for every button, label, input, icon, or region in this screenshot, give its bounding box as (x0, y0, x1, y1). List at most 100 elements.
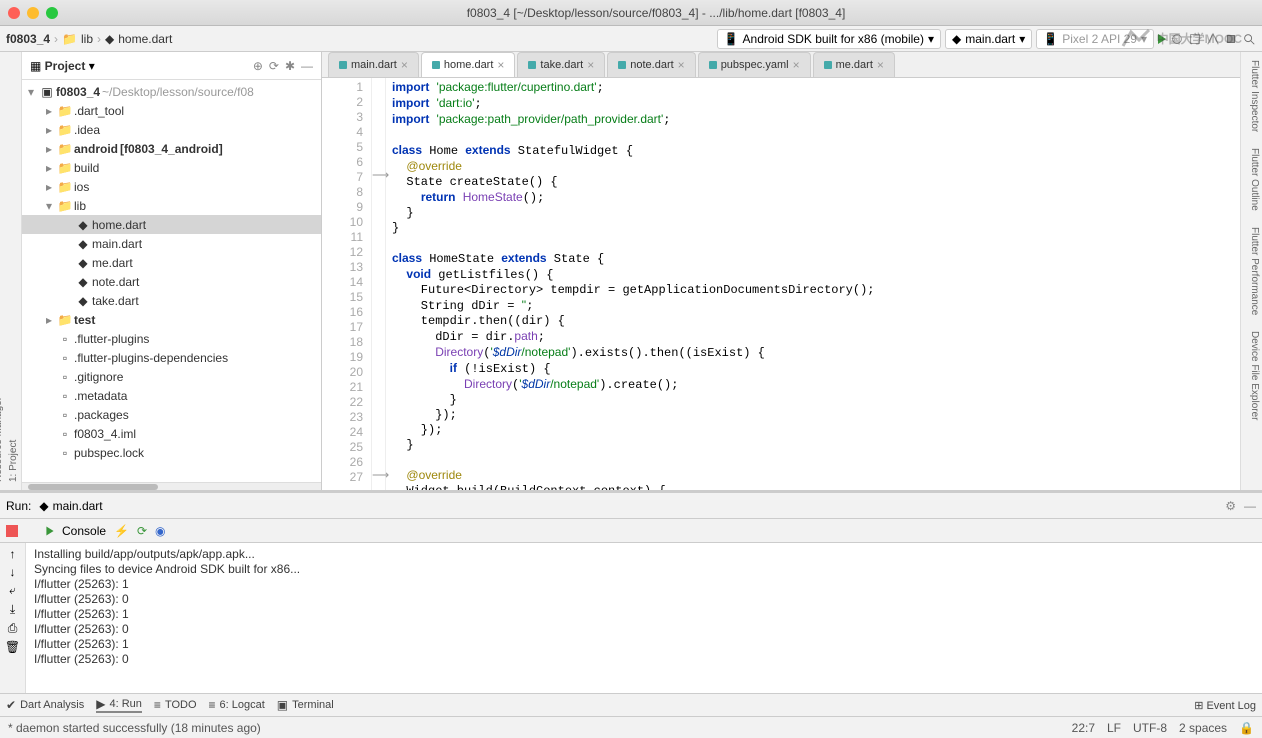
tool-flutter-inspector[interactable]: Flutter Inspector (1241, 52, 1262, 140)
hot-reload-icon[interactable]: ⚡ (114, 524, 129, 538)
code-area[interactable]: import 'package:flutter/cupertino.dart';… (386, 78, 1240, 490)
console-tab[interactable]: Console (62, 524, 106, 538)
bottom-tab-dart-analysis[interactable]: ✔Dart Analysis (6, 698, 84, 712)
statusbar: * daemon started successfully (18 minute… (0, 716, 1262, 738)
file-encoding[interactable]: UTF-8 (1133, 721, 1167, 735)
left-tool-strip: 1: ProjectResource Manager2: CapturesBui… (0, 52, 22, 490)
locate-icon[interactable]: ⟳ (269, 59, 279, 73)
tool-device-file-explorer[interactable]: Device File Explorer (1241, 323, 1262, 428)
tree-item--packages[interactable]: ▫.packages (22, 405, 321, 424)
tree-item--dart_tool[interactable]: ▸📁.dart_tool (22, 101, 321, 120)
run-config-selector[interactable]: ◆ main.dart ▾ (945, 29, 1032, 49)
up-icon[interactable]: ↑ (10, 547, 16, 561)
stop-button[interactable] (6, 525, 18, 537)
titlebar: f0803_4 [~/Desktop/lesson/source/f0803_4… (0, 0, 1262, 26)
lock-icon[interactable]: 🔒 (1239, 721, 1254, 735)
window-title: f0803_4 [~/Desktop/lesson/source/f0803_4… (58, 6, 1254, 20)
console-output[interactable]: Installing build/app/outputs/apk/app.apk… (26, 543, 1262, 693)
project-sidebar: ▦ Project ▾ ⊕ ⟳ ✱ — ▾▣f0803_4 ~/Desktop/… (22, 52, 322, 490)
project-tree[interactable]: ▾▣f0803_4 ~/Desktop/lesson/source/f08▸📁.… (22, 80, 321, 482)
editor: main.dart ×home.dart ×take.dart ×note.da… (322, 52, 1240, 490)
tool-flutter-outline[interactable]: Flutter Outline (1241, 140, 1262, 219)
console-line: I/flutter (25263): 1 (34, 577, 1254, 592)
down-icon[interactable]: ↓ (10, 565, 16, 579)
tree-item-android[interactable]: ▸📁android [f0803_4_android] (22, 139, 321, 158)
close-window[interactable] (8, 7, 20, 19)
tab-me-dart[interactable]: me.dart × (813, 52, 895, 77)
tree-item-me-dart[interactable]: ◆me.dart (22, 253, 321, 272)
tool-resource-manager[interactable]: Resource Manager (0, 52, 6, 490)
right-tool-strip: Flutter InspectorFlutter OutlineFlutter … (1240, 52, 1262, 490)
tool-flutter-performance[interactable]: Flutter Performance (1241, 219, 1262, 323)
hide-icon[interactable]: — (301, 59, 313, 73)
run-label: Run: (6, 499, 31, 513)
fold-gutter[interactable]: ⟶⟶ (372, 78, 386, 490)
breadcrumb-file[interactable]: ◆ home.dart (105, 32, 172, 46)
tree-item-ios[interactable]: ▸📁ios (22, 177, 321, 196)
tree-item--gitignore[interactable]: ▫.gitignore (22, 367, 321, 386)
bottom-tool-tabs: ✔Dart Analysis ▶4: Run ≡TODO ≡6: Logcat ▣Ter… (0, 693, 1262, 716)
search-icon[interactable] (1242, 32, 1256, 46)
tree-item--idea[interactable]: ▸📁.idea (22, 120, 321, 139)
run-hide-icon[interactable]: — (1244, 499, 1256, 513)
soft-wrap-icon[interactable]: ⤶ (9, 583, 16, 598)
console-line: Syncing files to device Android SDK buil… (34, 562, 1254, 577)
run-panel: Run: ◆ main.dart ⚙ — Console ⚡ ⟳ ◉ ↑ ↓ ⤶… (0, 490, 1262, 693)
tree-root[interactable]: ▾▣f0803_4 ~/Desktop/lesson/source/f08 (22, 82, 321, 101)
tree-item--metadata[interactable]: ▫.metadata (22, 386, 321, 405)
console-line: Installing build/app/outputs/apk/app.apk… (34, 547, 1254, 562)
tool-1--project[interactable]: 1: Project (6, 52, 21, 490)
watermark: 中国大学MOOC (1121, 28, 1242, 48)
navbar: f0803_4 › 📁 lib › ◆ home.dart 📱 Android … (0, 26, 1262, 52)
breadcrumb-folder[interactable]: 📁 lib (62, 32, 93, 46)
line-separator[interactable]: LF (1107, 721, 1121, 735)
settings-icon[interactable]: ✱ (285, 59, 295, 73)
rerun-button[interactable] (46, 526, 53, 535)
run-settings-icon[interactable]: ⚙ (1225, 499, 1236, 513)
open-devtools-icon[interactable]: ◉ (155, 524, 165, 538)
tree-item-take-dart[interactable]: ◆take.dart (22, 291, 321, 310)
device-selector[interactable]: 📱 Android SDK built for x86 (mobile) ▾ (717, 29, 941, 49)
clear-icon[interactable]: 🗑 (5, 640, 20, 654)
console-line: I/flutter (25263): 0 (34, 592, 1254, 607)
cursor-position[interactable]: 22:7 (1072, 721, 1095, 735)
tab-pubspec-yaml[interactable]: pubspec.yaml × (698, 52, 811, 77)
status-message: * daemon started successfully (18 minute… (8, 721, 261, 735)
tree-h-scrollbar[interactable] (22, 482, 321, 490)
run-config-display[interactable]: ◆ main.dart (39, 499, 102, 513)
console-line: I/flutter (25263): 1 (34, 607, 1254, 622)
zoom-window[interactable] (46, 7, 58, 19)
bottom-tab-4--run[interactable]: ▶4: Run (96, 697, 142, 713)
hot-restart-icon[interactable]: ⟳ (137, 524, 147, 538)
editor-tabs: main.dart ×home.dart ×take.dart ×note.da… (322, 52, 1240, 78)
tab-take-dart[interactable]: take.dart × (517, 52, 605, 77)
bottom-tab-6--logcat[interactable]: ≡6: Logcat (209, 698, 265, 712)
line-gutter[interactable]: 1234567891011121314151617181920212223242… (322, 78, 372, 490)
event-log[interactable]: ⊞ Event Log (1194, 699, 1256, 712)
tab-main-dart[interactable]: main.dart × (328, 52, 419, 77)
console-line: I/flutter (25263): 0 (34, 652, 1254, 667)
scroll-end-icon[interactable]: ⤓ (10, 602, 15, 617)
bottom-tab-terminal[interactable]: ▣Terminal (277, 698, 334, 712)
tree-item-lib[interactable]: ▾📁lib (22, 196, 321, 215)
tree-item-pubspec-lock[interactable]: ▫pubspec.lock (22, 443, 321, 462)
breadcrumb-project[interactable]: f0803_4 (6, 32, 50, 46)
tree-item-main-dart[interactable]: ◆main.dart (22, 234, 321, 253)
tree-item-f0803_4-iml[interactable]: ▫f0803_4.iml (22, 424, 321, 443)
indent-setting[interactable]: 2 spaces (1179, 721, 1227, 735)
console-line: I/flutter (25263): 0 (34, 622, 1254, 637)
tree-item-test[interactable]: ▸📁test (22, 310, 321, 329)
minimize-window[interactable] (27, 7, 39, 19)
tab-note-dart[interactable]: note.dart × (607, 52, 695, 77)
tree-item-build[interactable]: ▸📁build (22, 158, 321, 177)
project-dropdown[interactable]: ▦ Project ▾ (30, 59, 95, 73)
tree-item--flutter-plugins-dependencies[interactable]: ▫.flutter-plugins-dependencies (22, 348, 321, 367)
tab-home-dart[interactable]: home.dart × (421, 52, 516, 77)
bottom-tab-todo[interactable]: ≡TODO (154, 698, 197, 712)
tree-item-home-dart[interactable]: ◆home.dart (22, 215, 321, 234)
console-line: I/flutter (25263): 1 (34, 637, 1254, 652)
tree-item-note-dart[interactable]: ◆note.dart (22, 272, 321, 291)
tree-item--flutter-plugins[interactable]: ▫.flutter-plugins (22, 329, 321, 348)
print-icon[interactable]: ⎙ (8, 621, 18, 636)
expand-icon[interactable]: ⊕ (253, 59, 263, 73)
